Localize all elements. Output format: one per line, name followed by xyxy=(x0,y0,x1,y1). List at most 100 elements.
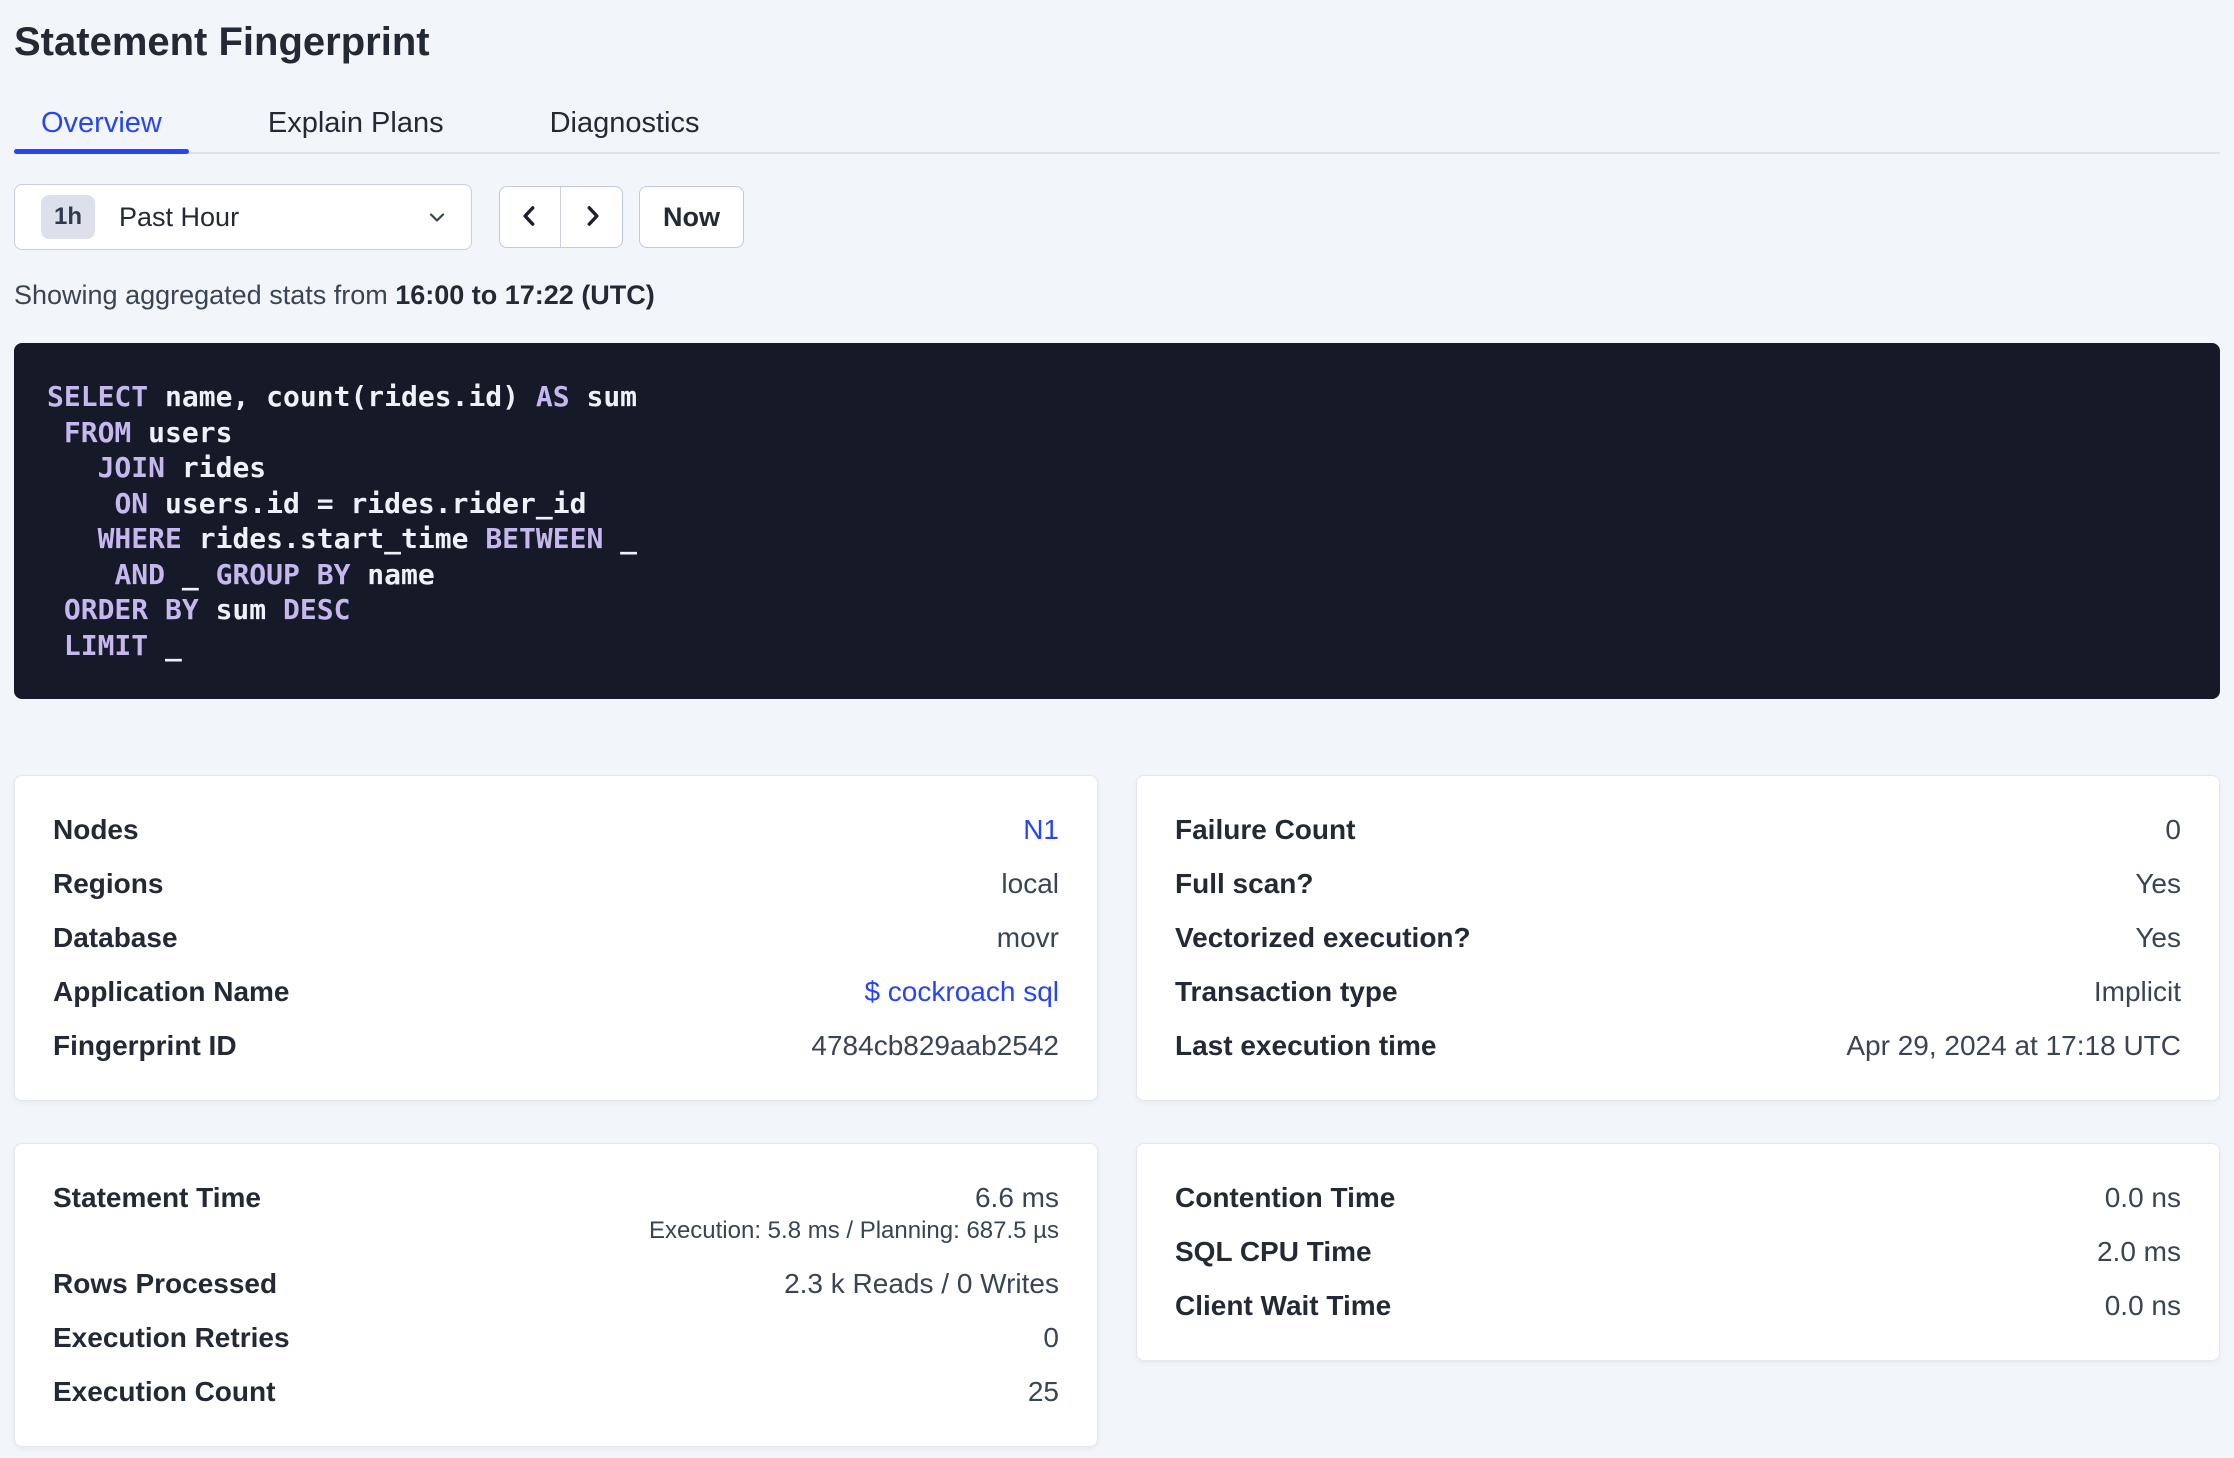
row-value-column: 2.0 ms xyxy=(2097,1225,2181,1279)
row-label: Fingerprint ID xyxy=(53,1030,237,1061)
sql-line: FROM users xyxy=(47,415,2187,451)
tab-bar: Overview Explain Plans Diagnostics xyxy=(14,96,2220,154)
sql-keyword: BETWEEN xyxy=(485,522,604,555)
time-controls: 1h Past Hour Now xyxy=(14,184,2220,250)
row-label: Execution Count xyxy=(53,1376,276,1407)
row-value: Apr 29, 2024 at 17:18 UTC xyxy=(1846,1030,2181,1061)
row-label: Last execution time xyxy=(1175,1030,1437,1061)
sql-text: name, count(rides.id) xyxy=(148,380,536,413)
wait-times-card: Contention Time 0.0 ns SQL CPU Time 2.0 ms C… xyxy=(1136,1143,2220,1361)
row-value-column: $ cockroach sql xyxy=(864,965,1059,1019)
stats-line-prefix: Showing aggregated stats from xyxy=(14,280,396,310)
row-label: Failure Count xyxy=(1175,814,1356,845)
row-value: 2.3 k Reads / 0 Writes xyxy=(784,1268,1059,1299)
summary-row-fingerprint-id: Fingerprint ID 4784cb829aab2542 xyxy=(53,1019,1059,1073)
row-label: Regions xyxy=(53,868,164,899)
row-label: Application Name xyxy=(53,976,290,1007)
summary-row-contention-time: Contention Time 0.0 ns xyxy=(1175,1171,2181,1225)
sql-keyword: JOIN xyxy=(97,451,166,484)
row-label: Contention Time xyxy=(1175,1182,1396,1213)
row-value-column: Implicit xyxy=(2094,965,2181,1019)
row-value-column: Apr 29, 2024 at 17:18 UTC xyxy=(1846,1019,2181,1073)
sql-text: users.id = rides.rider_id xyxy=(148,486,587,520)
row-label: Client Wait Time xyxy=(1175,1290,1392,1321)
sql-line: ORDER BY sum DESC xyxy=(47,592,2187,628)
time-range-dropdown[interactable]: 1h Past Hour xyxy=(14,184,472,250)
row-value: 0 xyxy=(2165,814,2181,845)
row-label: Statement Time xyxy=(53,1182,261,1213)
sql-statement-box: SELECT name, count(rides.id) AS sum FROM… xyxy=(14,343,2220,699)
row-value: 0.0 ns xyxy=(2104,1290,2181,1321)
sql-keyword: DESC xyxy=(283,593,351,626)
statement-timing-card: Statement Time 6.6 ms Execution: 5.8 ms / … xyxy=(14,1143,1098,1447)
sql-keyword: AS xyxy=(535,380,570,413)
tab-overview[interactable]: Overview xyxy=(14,96,189,154)
row-label: SQL CPU Time xyxy=(1175,1236,1372,1267)
summary-row-vectorized-execution: Vectorized execution? Yes xyxy=(1175,911,2181,965)
sql-text: users xyxy=(131,415,233,449)
summary-row-execution-count: Execution Count 25 xyxy=(53,1365,1059,1419)
row-value: 0.0 ns xyxy=(2104,1182,2181,1213)
row-value: Yes xyxy=(2135,922,2181,953)
row-subvalue: Execution: 5.8 ms / Planning: 687.5 µs xyxy=(648,1217,1059,1244)
stats-line-range: 16:00 to 17:22 (UTC) xyxy=(395,280,655,310)
row-value-link[interactable]: N1 xyxy=(1023,803,1059,857)
summary-row-failure-count: Failure Count 0 xyxy=(1175,803,2181,857)
row-value-column: 6.6 ms Execution: 5.8 ms / Planning: 687.… xyxy=(649,1171,1059,1257)
sql-text: _ xyxy=(148,628,182,662)
sql-line: WHERE rides.start_time BETWEEN _ xyxy=(47,521,2187,557)
time-range-label: Past Hour xyxy=(119,201,240,232)
statement-details-card: Nodes N1 Regions local Database movr Applicati… xyxy=(14,775,1098,1101)
sql-keyword: SELECT xyxy=(47,380,149,413)
sql-line: LIMIT _ xyxy=(47,628,2187,664)
row-value-column: Yes xyxy=(2135,857,2181,911)
sql-keyword: LIMIT xyxy=(63,628,149,662)
now-button[interactable]: Now xyxy=(639,186,744,248)
sql-text: sum xyxy=(569,380,638,413)
row-value-column: 2.3 k Reads / 0 Writes xyxy=(784,1257,1059,1311)
sql-text: rides xyxy=(165,451,267,484)
row-value-column: 25 xyxy=(1028,1365,1059,1419)
sql-keyword: ON xyxy=(114,486,149,520)
row-value-column: N1 xyxy=(1023,803,1059,857)
tab-diagnostics[interactable]: Diagnostics xyxy=(523,96,727,152)
time-pager xyxy=(499,186,623,248)
row-label: Vectorized execution? xyxy=(1175,922,1471,953)
row-value: Implicit xyxy=(2093,976,2181,1007)
row-value-column: movr xyxy=(997,911,1059,965)
row-value: movr xyxy=(996,922,1059,953)
row-value-link[interactable]: $ cockroach sql xyxy=(864,965,1059,1019)
row-value: Yes xyxy=(2135,868,2181,899)
execution-attributes-card: Failure Count 0 Full scan? Yes Vectorized ex… xyxy=(1136,775,2220,1101)
sql-line: ON users.id = rides.rider_id xyxy=(47,486,2187,522)
sql-keyword: GROUP BY xyxy=(215,557,351,591)
summary-row-application-name: Application Name $ cockroach sql xyxy=(53,965,1059,1019)
summary-row-database: Database movr xyxy=(53,911,1059,965)
row-value: 4784cb829aab2542 xyxy=(811,1030,1059,1061)
sql-keyword: AND xyxy=(114,557,166,591)
row-value-column: 0 xyxy=(1043,1311,1059,1365)
tab-explain-plans[interactable]: Explain Plans xyxy=(241,96,471,152)
row-label: Full scan? xyxy=(1175,868,1314,899)
summary-row-last-execution-time: Last execution time Apr 29, 2024 at 17:18… xyxy=(1175,1019,2181,1073)
row-value: 25 xyxy=(1027,1376,1059,1407)
aggregated-stats-line: Showing aggregated stats from 16:00 to 1… xyxy=(14,278,2220,312)
statement-fingerprint-page: Statement Fingerprint Overview Explain Pl… xyxy=(0,0,2234,1447)
sql-keyword: FROM xyxy=(63,415,132,449)
row-value-column: Yes xyxy=(2135,911,2181,965)
prev-range-button[interactable] xyxy=(500,187,561,247)
summary-row-transaction-type: Transaction type Implicit xyxy=(1175,965,2181,1019)
next-range-button[interactable] xyxy=(561,187,622,247)
time-range-badge: 1h xyxy=(41,195,96,239)
row-value-column: 0.0 ns xyxy=(2105,1171,2181,1225)
row-value: 2.0 ms xyxy=(2096,1236,2181,1267)
row-value: local xyxy=(1001,868,1059,899)
sql-text: name xyxy=(350,557,435,591)
row-label: Nodes xyxy=(53,814,139,845)
row-label: Transaction type xyxy=(1175,976,1398,1007)
